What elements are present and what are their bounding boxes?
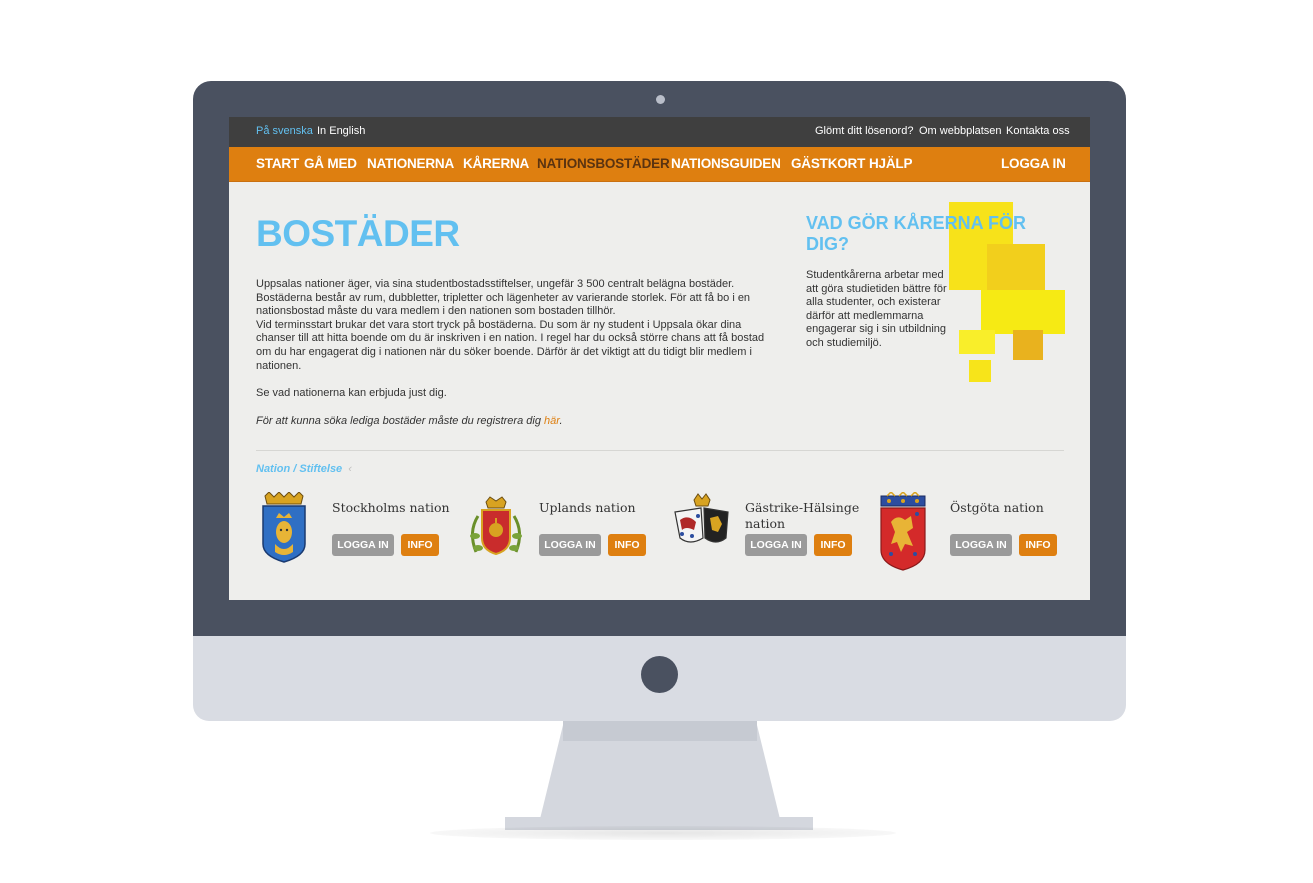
see-offers-text: Se vad nationerna kan erbjuda just dig.	[256, 387, 447, 399]
about-link[interactable]: Om webbplatsen	[919, 125, 1002, 137]
stockholm-crest-icon	[259, 491, 319, 572]
nation-card: Uplands nation Logga in Info	[466, 492, 666, 572]
nav-login[interactable]: Logga in	[1001, 156, 1066, 171]
nation-login-button[interactable]: Logga in	[539, 534, 601, 556]
page-title: BOSTÄDER	[256, 213, 460, 254]
intro-paragraph: Vid terminsstart brukar det vara stort t…	[256, 318, 765, 372]
ostgota-crest-icon	[877, 490, 937, 572]
decorative-square	[981, 290, 1065, 334]
nation-info-button[interactable]: Info	[608, 534, 646, 556]
lang-swedish-link[interactable]: På svenska	[256, 125, 313, 137]
contact-link[interactable]: Kontakta oss	[1006, 125, 1070, 137]
aside-title[interactable]: Vad gör kårerna för dig?	[806, 213, 1056, 255]
decorative-square	[959, 330, 995, 354]
intro-text: Uppsalas nationer äger, via sina student…	[256, 278, 776, 373]
forgot-password-link[interactable]: Glömt ditt lösenord?	[815, 125, 913, 137]
intro-paragraph: Uppsalas nationer äger, via sina student…	[256, 278, 751, 318]
nav-karerna[interactable]: Kårerna	[463, 156, 529, 171]
register-link[interactable]: här	[544, 415, 560, 427]
nation-login-button[interactable]: Logga in	[950, 534, 1012, 556]
nav-ga-med[interactable]: Gå med	[304, 156, 357, 171]
register-text: För att kunna söka lediga bostäder måste…	[256, 415, 563, 427]
section-label: Nation / Stiftelse ‹	[256, 463, 352, 475]
nation-name: Gästrike-Hälsinge nation	[745, 500, 860, 531]
nation-card: Östgöta nation Logga in Info	[877, 490, 1077, 572]
nation-info-button[interactable]: Info	[401, 534, 439, 556]
aside-text: Studentkårerna arbetar med att göra stud…	[806, 269, 947, 349]
nation-login-button[interactable]: Logga in	[745, 534, 807, 556]
gastrike-halsinge-crest-icon	[672, 492, 732, 572]
nav-nationsguiden[interactable]: Nationsguiden	[671, 156, 781, 171]
monitor-button-icon	[641, 656, 678, 693]
nation-name: Östgöta nation	[950, 500, 1044, 515]
main-nav: Start Gå med Nationerna Kårerna Nationsb…	[229, 147, 1090, 182]
uplands-crest-icon	[466, 492, 526, 572]
nation-name: Stockholms nation	[332, 500, 450, 515]
register-text-end: .	[559, 415, 563, 427]
nav-gastkort[interactable]: Gästkort	[791, 156, 865, 171]
nation-card: Gästrike-Hälsinge nation Logga in Info	[672, 492, 872, 572]
lang-english-link[interactable]: In English	[317, 125, 365, 137]
nav-nationsbostader[interactable]: Nationsbostäder	[537, 156, 670, 171]
nation-name: Uplands nation	[539, 500, 636, 515]
caret-icon[interactable]: ‹	[348, 463, 352, 475]
top-bar: På svenska In English Glömt ditt lösenor…	[229, 117, 1090, 147]
nav-start[interactable]: Start	[256, 156, 299, 171]
divider	[256, 450, 1064, 451]
nation-info-button[interactable]: Info	[1019, 534, 1057, 556]
nation-card: Stockholms nation Logga in Info	[259, 491, 459, 572]
nav-hjalp[interactable]: Hjälp	[869, 156, 912, 171]
decorative-square	[1013, 330, 1043, 360]
decorative-square	[969, 360, 991, 382]
section-label-text: Nation / Stiftelse	[256, 463, 343, 475]
register-text-lead: För att kunna söka lediga bostäder måste…	[256, 415, 544, 427]
camera-icon	[656, 95, 665, 104]
nation-login-button[interactable]: Logga in	[332, 534, 394, 556]
monitor-stand-shade	[563, 721, 757, 741]
floor-shadow	[430, 826, 896, 840]
website-screen: På svenska In English Glömt ditt lösenor…	[229, 117, 1090, 600]
nav-nationerna[interactable]: Nationerna	[367, 156, 454, 171]
nation-info-button[interactable]: Info	[814, 534, 852, 556]
